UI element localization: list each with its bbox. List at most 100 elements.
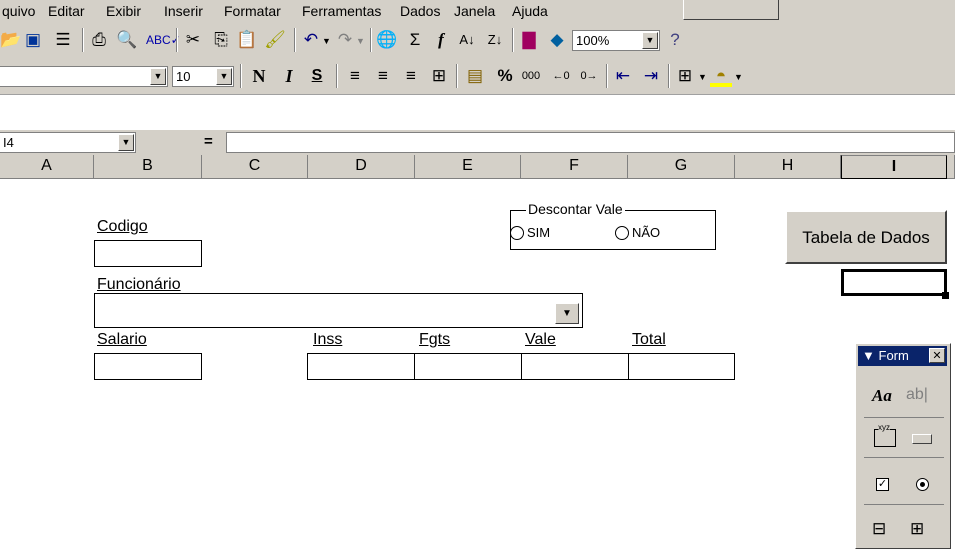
button-tool-icon[interactable] (912, 434, 932, 444)
menu-arquivo[interactable]: quivo (2, 3, 35, 19)
menu-editar[interactable]: Editar (48, 3, 85, 19)
chevron-down-icon[interactable]: ▼ (150, 68, 166, 85)
autosum-icon[interactable]: Σ (404, 29, 426, 51)
column-header-c[interactable]: C (202, 155, 308, 179)
partial-window-button[interactable] (683, 0, 779, 20)
menu-dados[interactable]: Dados (400, 3, 440, 19)
salario-field[interactable] (94, 353, 202, 380)
function-icon[interactable]: f (430, 29, 452, 51)
chevron-down-icon[interactable]: ▼ (118, 134, 134, 151)
spelling-icon[interactable]: ABC✓ (146, 29, 181, 51)
selected-cell-i4[interactable] (841, 269, 947, 296)
bold-button[interactable]: N (248, 65, 270, 87)
menu-ajuda[interactable]: Ajuda (512, 3, 548, 19)
close-icon[interactable]: ✕ (929, 348, 945, 363)
funcionario-combo[interactable]: ▼ (94, 293, 583, 328)
radio-nao-label: NÃO (632, 225, 661, 240)
vale-field[interactable] (521, 353, 629, 380)
decrease-indent-icon[interactable]: ⇤ (612, 65, 634, 87)
undo-dropdown-icon[interactable]: ▼ (322, 36, 331, 46)
align-center-icon[interactable]: ≡ (372, 65, 394, 87)
name-box[interactable]: I4 ▼ (0, 132, 136, 153)
font-combo[interactable]: ▼ (0, 66, 168, 87)
toolbar-menu-icon[interactable]: ▼ (862, 348, 875, 363)
chevron-down-icon[interactable]: ▼ (642, 32, 658, 49)
column-header-d[interactable]: D (308, 155, 415, 179)
total-label: Total (632, 331, 666, 348)
copy-icon[interactable]: ⎘ (210, 29, 232, 51)
percent-button[interactable]: % (494, 65, 516, 87)
chevron-down-icon[interactable]: ▼ (216, 68, 232, 85)
forms-toolbar-title: Form (878, 348, 909, 363)
paste-icon[interactable]: 📋 (236, 29, 258, 51)
chart-wizard-icon[interactable]: ▇ (518, 29, 540, 51)
chevron-down-icon[interactable]: ▼ (555, 303, 579, 324)
menu-exibir[interactable]: Exibir (106, 3, 141, 19)
column-header-f[interactable]: F (521, 155, 628, 179)
permission-icon[interactable]: ☰ (52, 29, 74, 51)
format-painter-icon[interactable]: 🖌 (264, 29, 286, 51)
increase-decimal-icon[interactable]: ←0 (550, 65, 572, 87)
menu-ferramentas[interactable]: Ferramentas (302, 3, 381, 19)
fill-color-icon[interactable]: ◓ (710, 65, 732, 87)
align-right-icon[interactable]: ≡ (400, 65, 422, 87)
merge-center-icon[interactable]: ⊞ (428, 65, 450, 87)
print-preview-icon[interactable]: 🔍 (116, 29, 138, 51)
editbox-tool-icon[interactable]: ab| (906, 386, 928, 404)
cut-icon[interactable]: ✂ (182, 29, 204, 51)
forms-toolbar-titlebar[interactable]: ▼ Form ✕ (858, 346, 947, 366)
print-icon[interactable]: ⎙ (88, 29, 110, 51)
font-size-combo[interactable]: 10 ▼ (172, 66, 234, 87)
sort-ascending-icon[interactable]: A↓ (456, 29, 478, 51)
column-header-b[interactable]: B (94, 155, 202, 179)
formula-bar: I4 ▼ = (0, 130, 955, 156)
column-header-g[interactable]: G (628, 155, 735, 179)
decrease-decimal-icon[interactable]: 0→ (578, 65, 600, 87)
currency-icon[interactable]: ▤ (464, 65, 486, 87)
column-header-h[interactable]: H (735, 155, 841, 179)
menu-formatar[interactable]: Formatar (224, 3, 281, 19)
fill-color-dropdown-icon[interactable]: ▼ (734, 72, 743, 82)
formula-input[interactable] (226, 132, 955, 153)
list-box-tool-icon[interactable]: ⊟ (872, 519, 886, 539)
radio-sim[interactable] (510, 226, 524, 240)
column-header-a[interactable]: A (0, 155, 94, 179)
thousands-button[interactable]: 000 (520, 65, 542, 87)
menu-inserir[interactable]: Inserir (164, 3, 203, 19)
drawing-icon[interactable]: ◆ (546, 29, 568, 51)
align-left-icon[interactable]: ≡ (344, 65, 366, 87)
formula-equals[interactable]: = (204, 133, 213, 150)
zoom-value: 100% (576, 33, 610, 48)
option-button-tool-icon[interactable] (916, 478, 929, 491)
undo-icon[interactable]: ↶ (300, 29, 322, 51)
borders-icon[interactable]: ⊞ (674, 65, 696, 87)
redo-dropdown-icon[interactable]: ▼ (356, 36, 365, 46)
menu-janela[interactable]: Janela (454, 3, 495, 19)
hyperlink-icon[interactable]: 🌐 (376, 29, 398, 51)
label-tool-icon[interactable]: Aa (872, 386, 892, 406)
open-icon[interactable]: 📂 (0, 29, 22, 51)
group-box-tool-icon[interactable]: xyz (874, 423, 896, 447)
save-icon[interactable]: ▣ (22, 29, 44, 51)
column-header-next[interactable] (947, 155, 955, 179)
redo-icon[interactable]: ↷ (334, 29, 356, 51)
combo-box-tool-icon[interactable]: ⊞ (910, 519, 924, 539)
fill-handle[interactable] (942, 292, 949, 299)
tabela-de-dados-button[interactable]: Tabela de Dados (785, 210, 947, 264)
zoom-combo[interactable]: 100% ▼ (572, 30, 660, 51)
column-header-e[interactable]: E (415, 155, 521, 179)
radio-nao[interactable] (615, 226, 629, 240)
sort-descending-icon[interactable]: Z↓ (484, 29, 506, 51)
fgts-field[interactable] (414, 353, 522, 380)
codigo-field[interactable] (94, 240, 202, 267)
inss-field[interactable] (307, 353, 415, 380)
vale-label: Vale (525, 331, 556, 348)
column-header-i[interactable]: I (841, 155, 947, 179)
help-icon[interactable]: ? (664, 29, 686, 51)
italic-button[interactable]: I (278, 65, 300, 87)
underline-button[interactable]: S (306, 65, 328, 87)
increase-indent-icon[interactable]: ⇥ (640, 65, 662, 87)
borders-dropdown-icon[interactable]: ▼ (698, 72, 707, 82)
checkbox-tool-icon[interactable]: ✓ (876, 478, 889, 491)
total-field[interactable] (628, 353, 735, 380)
